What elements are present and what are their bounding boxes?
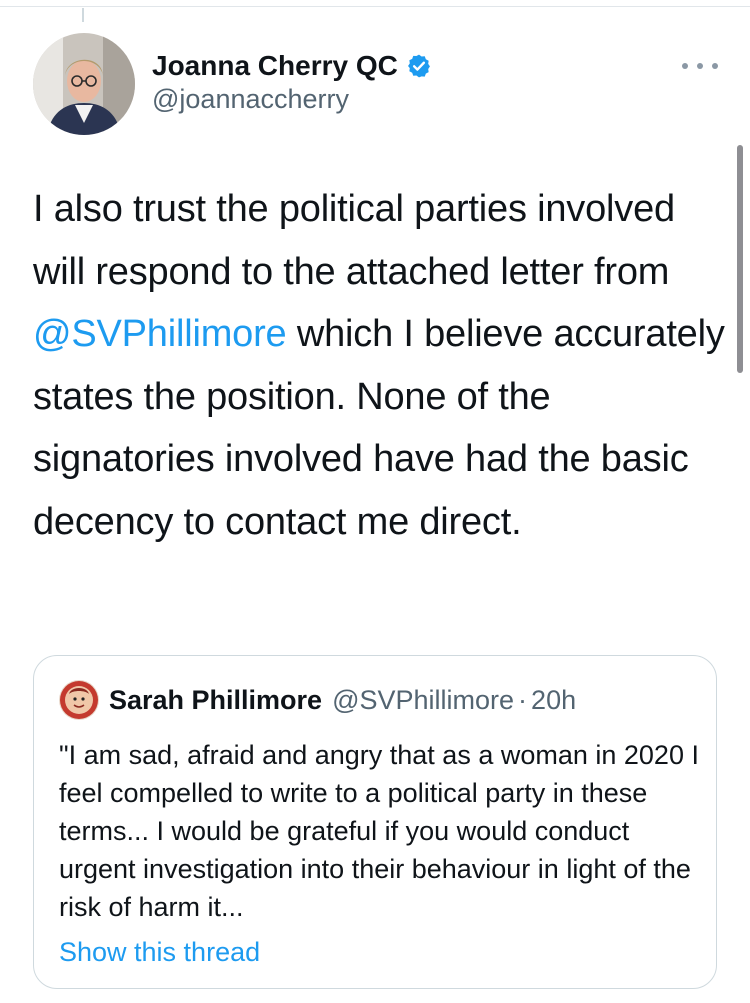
scrollbar[interactable] xyxy=(737,145,743,373)
show-thread-link[interactable]: Show this thread xyxy=(59,937,260,968)
author-name[interactable]: Joanna Cherry QC xyxy=(152,50,398,82)
verified-badge-icon xyxy=(406,53,432,79)
quoted-author-name[interactable]: Sarah Phillimore xyxy=(109,685,322,716)
quoted-author-handle[interactable]: @SVPhillimore xyxy=(332,685,514,716)
thread-connector-line xyxy=(82,8,84,22)
quoted-tweet-timestamp[interactable]: 20h xyxy=(531,685,576,716)
header-separator: · xyxy=(518,684,528,715)
ellipsis-icon[interactable] xyxy=(682,56,718,76)
author-name-row[interactable]: Joanna Cherry QC xyxy=(152,46,432,86)
tweet-text: I also trust the political parties invol… xyxy=(33,178,733,553)
quoted-tweet-card[interactable]: Sarah Phillimore @SVPhillimore · 20h "I … xyxy=(33,655,717,989)
mention-link[interactable]: @SVPhillimore xyxy=(33,313,287,355)
tweet-text-part1: I also trust the political parties invol… xyxy=(33,188,675,293)
quoted-tweet-text: "I am sad, afraid and angry that as a wo… xyxy=(59,740,699,922)
quoted-author-avatar[interactable] xyxy=(59,680,99,720)
author-avatar[interactable] xyxy=(33,33,135,135)
author-handle[interactable]: @joannaccherry xyxy=(152,84,349,115)
top-divider xyxy=(0,0,750,7)
quoted-tweet-header: Sarah Phillimore @SVPhillimore · 20h xyxy=(109,680,576,720)
